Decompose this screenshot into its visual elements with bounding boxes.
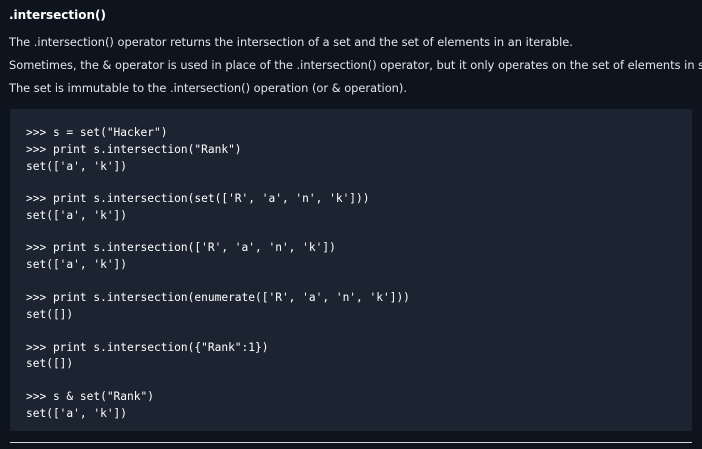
code-line: set(['a', 'k']) bbox=[26, 209, 128, 222]
code-line: set(['a', 'k']) bbox=[26, 407, 128, 420]
description-paragraph: The set is immutable to the .intersectio… bbox=[9, 81, 407, 95]
code-line: >>> print s.intersection({"Rank":1}) bbox=[26, 341, 269, 354]
code-line: set(['a', 'k']) bbox=[26, 258, 128, 271]
code-line: >>> s & set("Rank") bbox=[26, 390, 154, 403]
code-example-block: >>> s = set("Hacker") >>> print s.inters… bbox=[10, 109, 692, 431]
description-paragraph: Sometimes, the & operator is used in pla… bbox=[9, 58, 702, 72]
description-paragraph: The .intersection() operator returns the… bbox=[9, 35, 573, 49]
code-line: set([]) bbox=[26, 357, 74, 370]
code-line: >>> print s.intersection("Rank") bbox=[26, 143, 242, 156]
section-title: .intersection() bbox=[9, 8, 107, 22]
code-line: >>> print s.intersection(set(['R', 'a', … bbox=[26, 192, 370, 205]
code-line: set(['a', 'k']) bbox=[26, 160, 128, 173]
code-line: >>> print s.intersection(['R', 'a', 'n',… bbox=[26, 241, 336, 254]
code-line: set([]) bbox=[26, 308, 74, 321]
code-line: >>> s = set("Hacker") bbox=[26, 126, 168, 139]
code-line: >>> print s.intersection(enumerate(['R',… bbox=[26, 291, 410, 304]
section-divider bbox=[10, 442, 692, 443]
